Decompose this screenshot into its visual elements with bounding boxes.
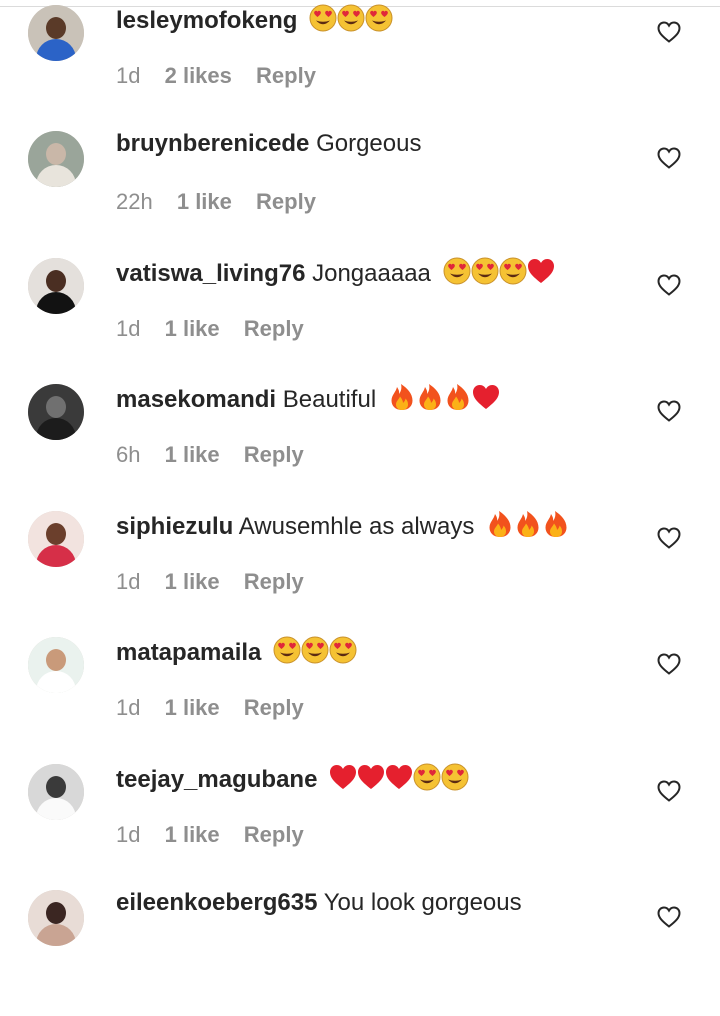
heart-eyes-emoji-icon [443, 257, 471, 285]
comment-time: 1d [116, 316, 141, 341]
comment-likes[interactable]: 1 like [177, 189, 232, 215]
comment-time: 1d [116, 822, 141, 847]
heart-outline-icon[interactable] [657, 653, 681, 675]
comment-likes[interactable]: 1 like [165, 569, 220, 595]
reply-button[interactable]: Reply [256, 63, 316, 89]
comment-item-teejay_magubane: teejay_magubane 1d 1 like Reply [0, 762, 720, 890]
comment-username[interactable]: bruynberenicede [116, 130, 309, 157]
heart-outline-icon[interactable] [657, 147, 681, 169]
heart-eyes-emoji-icon [471, 257, 499, 285]
reply-button[interactable]: Reply [256, 189, 316, 215]
heart-outline-icon[interactable] [657, 274, 681, 296]
heart-eyes-emoji-icon [441, 763, 469, 791]
comment-text: Beautiful [282, 386, 377, 413]
avatar[interactable] [28, 511, 84, 567]
comment-item-masekomandi: masekomandi Beautiful 6h 1 like Reply [0, 384, 720, 510]
heart-eyes-emoji-icon [365, 4, 393, 32]
comment-username[interactable]: siphiezulu [116, 513, 233, 540]
avatar[interactable] [28, 258, 84, 314]
red-heart-emoji-icon [472, 385, 499, 409]
reply-button[interactable]: Reply [244, 316, 304, 342]
fire-emoji-icon [517, 511, 539, 537]
comment-likes[interactable]: 1 like [165, 442, 220, 468]
heart-outline-icon[interactable] [657, 780, 681, 802]
comment-meta: 22h 1 like Reply [116, 189, 334, 215]
comment-likes[interactable]: 1 like [165, 316, 220, 342]
fire-emoji-icon [391, 384, 413, 410]
comment-time: 1d [116, 63, 141, 88]
comment-meta: 1d 1 like Reply [116, 569, 322, 595]
comment-username[interactable]: vatiswa_living76 [116, 260, 305, 287]
fire-emoji-icon [419, 384, 441, 410]
red-heart-emoji-icon [330, 765, 357, 789]
comment-time: 6h [116, 442, 141, 467]
comment-emojis [442, 256, 554, 294]
reply-button[interactable]: Reply [244, 569, 304, 595]
comment-emojis [308, 3, 393, 41]
comment-username[interactable]: matapamaila [116, 639, 261, 666]
reply-button[interactable]: Reply [244, 442, 304, 468]
heart-eyes-emoji-icon [413, 763, 441, 791]
reply-button[interactable]: Reply [244, 822, 304, 848]
red-heart-emoji-icon [527, 259, 554, 283]
comment-item-vatiswa_living76: vatiswa_living76 Jongaaaaa 1d 1 like Rep… [0, 256, 720, 384]
comment-likes[interactable]: 1 like [165, 695, 220, 721]
comment-username[interactable]: masekomandi [116, 386, 276, 413]
comment-meta: 6h 1 like Reply [116, 442, 322, 468]
avatar[interactable] [28, 764, 84, 820]
comment-emojis [328, 762, 469, 800]
comment-item-siphiezulu: siphiezulu Awusemhle as always 1d 1 like… [0, 511, 720, 637]
fire-emoji-icon [545, 511, 567, 537]
fire-emoji-icon [489, 511, 511, 537]
comment-meta: 1d 1 like Reply [116, 695, 322, 721]
avatar[interactable] [28, 637, 84, 693]
comment-text: Awusemhle as always [238, 513, 475, 540]
comment-username[interactable]: eileenkoeberg635 [116, 889, 317, 916]
comment-emojis [485, 509, 569, 547]
comment-likes[interactable]: 2 likes [165, 63, 232, 89]
heart-outline-icon[interactable] [657, 21, 681, 43]
comment-meta: 1d 2 likes Reply [116, 63, 334, 89]
comment-text: Jongaaaaa [312, 260, 431, 287]
heart-eyes-emoji-icon [301, 636, 329, 664]
comment-meta [116, 948, 182, 974]
heart-outline-icon[interactable] [657, 527, 681, 549]
heart-eyes-emoji-icon [499, 257, 527, 285]
avatar[interactable] [28, 131, 84, 187]
comment-time: 1d [116, 569, 141, 594]
heart-eyes-emoji-icon [337, 4, 365, 32]
avatar[interactable] [28, 384, 84, 440]
red-heart-emoji-icon [386, 765, 413, 789]
comment-meta: 1d 1 like Reply [116, 316, 322, 342]
comment-time: 22h [116, 189, 153, 214]
heart-outline-icon[interactable] [657, 906, 681, 928]
comment-time: 1d [116, 695, 141, 720]
comment-username[interactable]: lesleymofokeng [116, 7, 297, 34]
heart-eyes-emoji-icon [273, 636, 301, 664]
comment-likes[interactable]: 1 like [165, 822, 220, 848]
heart-outline-icon[interactable] [657, 400, 681, 422]
red-heart-emoji-icon [358, 765, 385, 789]
comment-text: Gorgeous [316, 130, 422, 157]
comment-emojis [387, 382, 499, 420]
comment-item-matapamaila: matapamaila 1d 1 like Reply [0, 635, 720, 763]
comment-username[interactable]: teejay_magubane [116, 766, 317, 793]
avatar[interactable] [28, 890, 84, 946]
heart-eyes-emoji-icon [309, 4, 337, 32]
heart-eyes-emoji-icon [329, 636, 357, 664]
comment-text: You look gorgeous [323, 889, 522, 916]
fire-emoji-icon [447, 384, 469, 410]
comment-emojis [272, 635, 357, 673]
comment-item-lesleymofokeng: lesleymofokeng 1d 2 likes Reply [0, 3, 720, 131]
comment-item-bruynberenicede: bruynberenicede Gorgeous 22h 1 like Repl… [0, 130, 720, 257]
comment-meta: 1d 1 like Reply [116, 822, 322, 848]
reply-button[interactable]: Reply [244, 695, 304, 721]
avatar[interactable] [28, 5, 84, 61]
comment-item-eileenkoeberg635: eileenkoeberg635 You look gorgeous [0, 889, 720, 1016]
